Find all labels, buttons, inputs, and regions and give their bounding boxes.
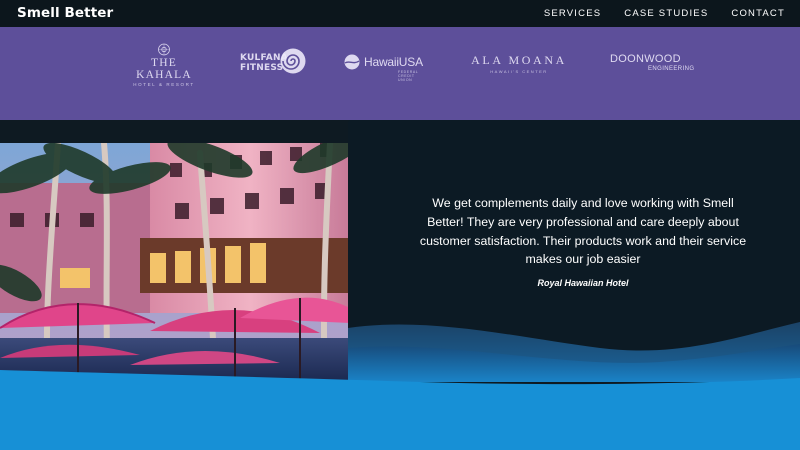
nav-contact[interactable]: CONTACT — [731, 8, 785, 19]
ocean-waves — [0, 322, 800, 450]
testimonial-author: Royal Hawaiian Hotel — [537, 278, 629, 288]
doonwood-sub: ENGINEERING — [648, 66, 695, 72]
hawaiiusa-logo: HawaiiUSA FEDERAL CREDIT UNION — [344, 43, 428, 83]
kahala-sub: HOTEL & RESORT — [133, 82, 195, 87]
alamoana-name: ALA MOANA — [471, 53, 567, 67]
kahala-crest-icon — [158, 43, 170, 56]
client-logos: THE KAHALA HOTEL & RESORT KULFANA FITNES… — [0, 27, 800, 120]
alamoana-logo: ALA MOANA HAWAII'S CENTER — [462, 43, 576, 83]
nav-services[interactable]: SERVICES — [544, 8, 601, 19]
main-nav: SERVICES CASE STUDIES CONTACT — [544, 8, 785, 19]
alamoana-sub: HAWAII'S CENTER — [490, 69, 548, 74]
kulfana-logo: KULFANA FITNESS — [240, 43, 310, 83]
kahala-name: THE KAHALA — [136, 57, 192, 81]
hawaiiusa-sub: FEDERAL CREDIT UNION — [398, 70, 419, 82]
hawaiiusa-name: HawaiiUSA — [364, 55, 423, 69]
nav-case-studies[interactable]: CASE STUDIES — [624, 8, 708, 19]
kahala-logo: THE KAHALA HOTEL & RESORT — [124, 43, 204, 87]
kulfana-wave-icon — [280, 48, 306, 74]
hawaiiusa-globe-icon — [344, 54, 360, 70]
kulfana-line2: FITNESS — [240, 63, 284, 73]
testimonial-quote: We get complements daily and love workin… — [419, 196, 747, 267]
top-navbar: Smell Better SERVICES CASE STUDIES CONTA… — [0, 0, 800, 27]
doonwood-name: DOONWOOD — [610, 53, 681, 65]
doonwood-logo: DOONWOOD ENGINEERING — [610, 43, 694, 83]
brand-logo[interactable]: Smell Better — [17, 5, 113, 21]
